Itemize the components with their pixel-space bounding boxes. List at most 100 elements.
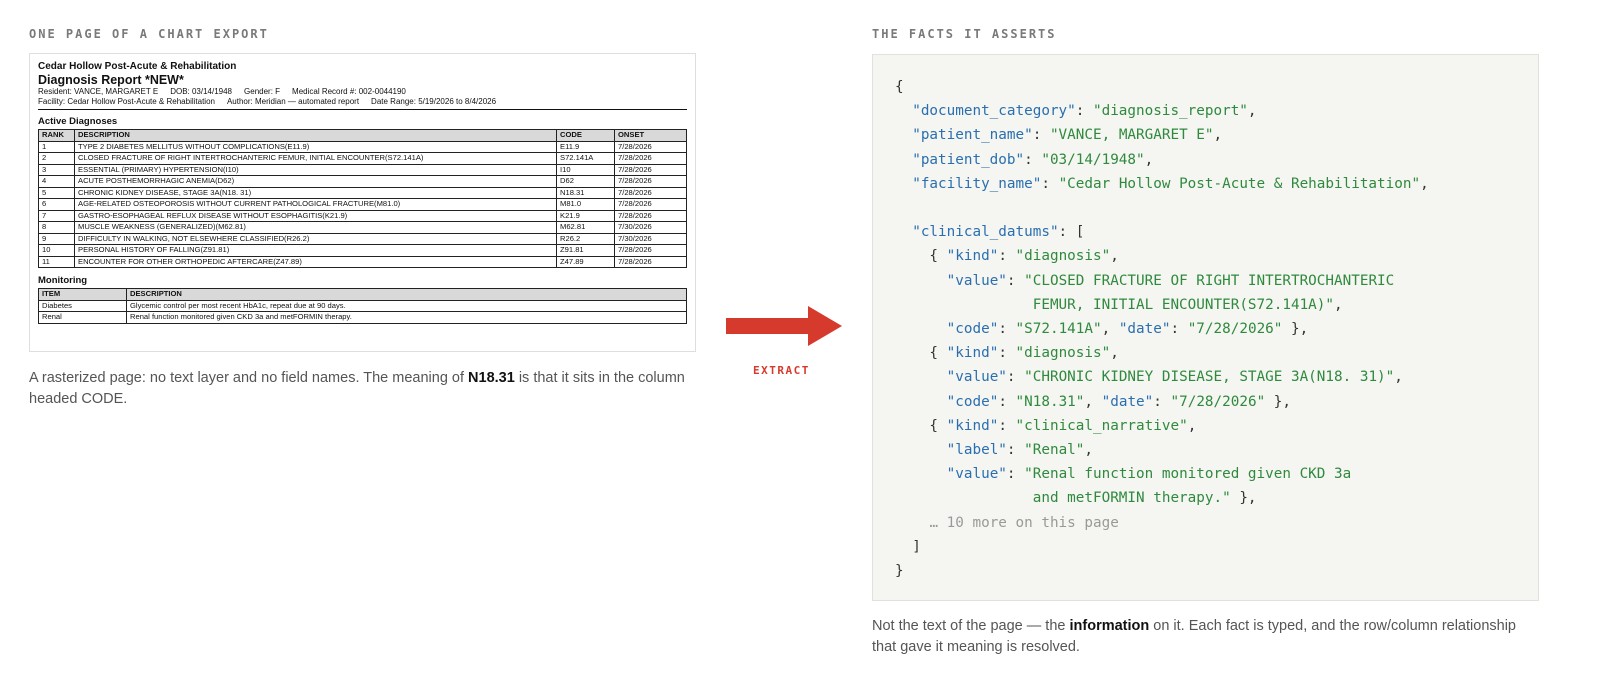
code-line: "value": "CLOSED FRACTURE OF RIGHT INTER… — [946, 272, 1395, 289]
diagnosis-cell-code: M62.81 — [556, 221, 615, 234]
extract-label: EXTRACT — [753, 364, 810, 377]
diagnosis-cell-description: DIFFICULTY IN WALKING, NOT ELSEWHERE CLA… — [74, 232, 557, 245]
diagnosis-cell-description: AGE-RELATED OSTEOPOROSIS WITHOUT CURRENT… — [74, 198, 557, 211]
diagnosis-cell-onset: 7/30/2026 — [614, 221, 687, 234]
diagnosis-cell-onset: 7/28/2026 — [614, 140, 687, 153]
page-header-divider — [38, 109, 687, 110]
diagnosis-cell-code: Z47.89 — [556, 255, 615, 268]
monitoring-cell-description: Glycemic control per most recent HbA1c, … — [126, 299, 687, 312]
code-line: } — [895, 563, 904, 580]
diagnosis-cell-code: K21.9 — [556, 209, 615, 222]
diagnosis-cell-code: E11.9 — [556, 140, 615, 153]
page-report-title: Diagnosis Report *NEW* — [38, 73, 184, 87]
diagnosis-header-description: DESCRIPTION — [74, 129, 557, 142]
diagnosis-header-rank: RANK — [38, 129, 75, 142]
active-diagnoses-table: RANK DESCRIPTION CODE ONSET 1 TYPE 2 DIABETE… — [38, 129, 687, 268]
diagnosis-cell-description: ESSENTIAL (PRIMARY) HYPERTENSION(I10) — [74, 163, 557, 176]
page-meta-line-2: Facility: Cedar Hollow Post-Acute & Reha… — [38, 97, 687, 107]
diagnosis-cell-code: S72.141A — [556, 152, 615, 165]
monitoring-header-description: DESCRIPTION — [126, 288, 687, 301]
code-line: and metFORMIN therapy." }, — [1032, 490, 1257, 507]
diagnosis-cell-rank: 1 — [38, 140, 75, 153]
diagnosis-cell-rank: 8 — [38, 221, 75, 234]
diagnosis-cell-onset: 7/28/2026 — [614, 163, 687, 176]
code-line: "code": "N18.31", "date": "7/28/2026" }, — [946, 393, 1292, 410]
diagnosis-cell-description: ENCOUNTER FOR OTHER ORTHOPEDIC AFTERCARE… — [74, 255, 557, 268]
monitoring-row: Renal Renal function monitored given CKD … — [38, 311, 687, 324]
code-line: ] — [895, 538, 921, 555]
diagnosis-cell-code: N18.31 — [556, 186, 615, 199]
right-caption: Not the text of the page — the informati… — [872, 616, 1540, 658]
right-caption-text: Not the text of the page — the — [872, 618, 1070, 634]
diagnosis-cell-rank: 2 — [38, 152, 75, 165]
code-line: "value": "CHRONIC KIDNEY DISEASE, STAGE … — [946, 369, 1403, 386]
diagnosis-cell-description: MUSCLE WEAKNESS (GENERALIZED)(M62.81) — [74, 221, 557, 234]
right-section-label: THE FACTS IT ASSERTS — [872, 27, 1057, 41]
code-line: FEMUR, INITIAL ENCOUNTER(S72.141A)", — [1032, 296, 1343, 313]
diagnosis-row: 11 ENCOUNTER FOR OTHER ORTHOPEDIC AFTERCA… — [38, 255, 687, 268]
diagnosis-cell-rank: 3 — [38, 163, 75, 176]
diagnosis-row: 10 PERSONAL HISTORY OF FALLING(Z91.81) Z91… — [38, 244, 687, 257]
diagnosis-cell-onset: 7/28/2026 — [614, 152, 687, 165]
diagnosis-cell-description: CHRONIC KIDNEY DISEASE, STAGE 3A(N18. 31… — [74, 186, 557, 199]
meta-date-range: Date Range: 5/19/2026 to 8/4/2026 — [371, 96, 497, 106]
diagnosis-header-onset: ONSET — [614, 129, 687, 142]
diagnosis-cell-rank: 6 — [38, 198, 75, 211]
diagnosis-row: 4 ACUTE POSTHEMORRHAGIC ANEMIA(D62) D62 7/2… — [38, 175, 687, 188]
right-caption-emphasis: information — [1069, 618, 1150, 634]
meta-resident: Resident: VANCE, MARGARET E — [38, 87, 159, 96]
diagnosis-cell-onset: 7/28/2026 — [614, 175, 687, 188]
meta-mrn: Medical Record #: 002-0044190 — [292, 87, 406, 96]
code-line: { "kind": "diagnosis", — [895, 345, 1119, 362]
monitoring-cell-description: Renal function monitored given CKD 3a an… — [126, 311, 687, 324]
monitoring-cell-item: Renal — [38, 311, 127, 324]
diagnosis-row: 5 CHRONIC KIDNEY DISEASE, STAGE 3A(N18. 3… — [38, 186, 687, 199]
diagnosis-cell-code: R26.2 — [556, 232, 615, 245]
code-line: "value": "Renal function monitored given… — [946, 466, 1352, 483]
diagnosis-cell-code: Z91.81 — [556, 244, 615, 257]
code-line: "label": "Renal", — [946, 442, 1094, 459]
diagnosis-cell-description: PERSONAL HISTORY OF FALLING(Z91.81) — [74, 244, 557, 257]
meta-gender: Gender: F — [244, 87, 281, 96]
diagnosis-row: 2 CLOSED FRACTURE OF RIGHT INTERTROCHANTE… — [38, 152, 687, 165]
diagnosis-cell-onset: 7/28/2026 — [614, 186, 687, 199]
code-line: "document_category": "diagnosis_report", — [912, 103, 1257, 120]
monitoring-table: ITEM DESCRIPTION Diabetes Glycemic control… — [38, 288, 687, 324]
left-caption-text: A rasterized page: no text layer and no … — [29, 370, 469, 386]
diagnosis-cell-onset: 7/28/2026 — [614, 255, 687, 268]
monitoring-cell-item: Diabetes — [38, 299, 127, 312]
diagnosis-cell-description: GASTRO-ESOPHAGEAL REFLUX DISEASE WITHOUT… — [74, 209, 557, 222]
diagnosis-cell-rank: 4 — [38, 175, 75, 188]
code-line: "patient_name": "VANCE, MARGARET E", — [912, 127, 1223, 144]
meta-dob: DOB: 03/14/1948 — [170, 87, 233, 96]
code-line: "facility_name": "Cedar Hollow Post-Acut… — [912, 175, 1429, 192]
diagnosis-cell-description: CLOSED FRACTURE OF RIGHT INTERTROCHANTER… — [74, 152, 557, 165]
left-caption: A rasterized page: no text layer and no … — [29, 368, 699, 410]
diagnosis-cell-onset: 7/28/2026 — [614, 244, 687, 257]
code-line: { "kind": "diagnosis", — [895, 248, 1119, 265]
diagnosis-cell-code: M81.0 — [556, 198, 615, 211]
diagnosis-cell-rank: 7 — [38, 209, 75, 222]
monitoring-row: Diabetes Glycemic control per most recent… — [38, 299, 687, 312]
left-caption-code: N18.31 — [468, 370, 515, 386]
code-line: { "kind": "clinical_narrative", — [895, 417, 1197, 434]
meta-facility: Facility: Cedar Hollow Post-Acute & Reha… — [38, 96, 215, 106]
diagnosis-cell-onset: 7/28/2026 — [614, 198, 687, 211]
code-line: "code": "S72.141A", "date": "7/28/2026" … — [946, 321, 1309, 338]
diagnosis-cell-rank: 5 — [38, 186, 75, 199]
diagnosis-cell-code: D62 — [556, 175, 615, 188]
page-meta-line-1: Resident: VANCE, MARGARET E DOB: 03/14/19… — [38, 87, 687, 97]
monitoring-title: Monitoring — [38, 275, 88, 286]
diagnosis-row: 6 AGE-RELATED OSTEOPOROSIS WITHOUT CURREN… — [38, 198, 687, 211]
code-line: "clinical_datums": [ — [912, 224, 1085, 241]
monitoring-header-item: ITEM — [38, 288, 127, 301]
meta-author: Author: Meridian — automated report — [226, 96, 360, 106]
diagnosis-header-code: CODE — [556, 129, 615, 142]
diagnosis-cell-description: ACUTE POSTHEMORRHAGIC ANEMIA(D62) — [74, 175, 557, 188]
diagnosis-cell-rank: 11 — [38, 255, 75, 268]
extract-arrow-icon — [726, 306, 842, 346]
diagnosis-cell-code: I10 — [556, 163, 615, 176]
code-line: "patient_dob": "03/14/1948", — [912, 151, 1154, 168]
active-diagnoses-title: Active Diagnoses — [38, 116, 118, 127]
